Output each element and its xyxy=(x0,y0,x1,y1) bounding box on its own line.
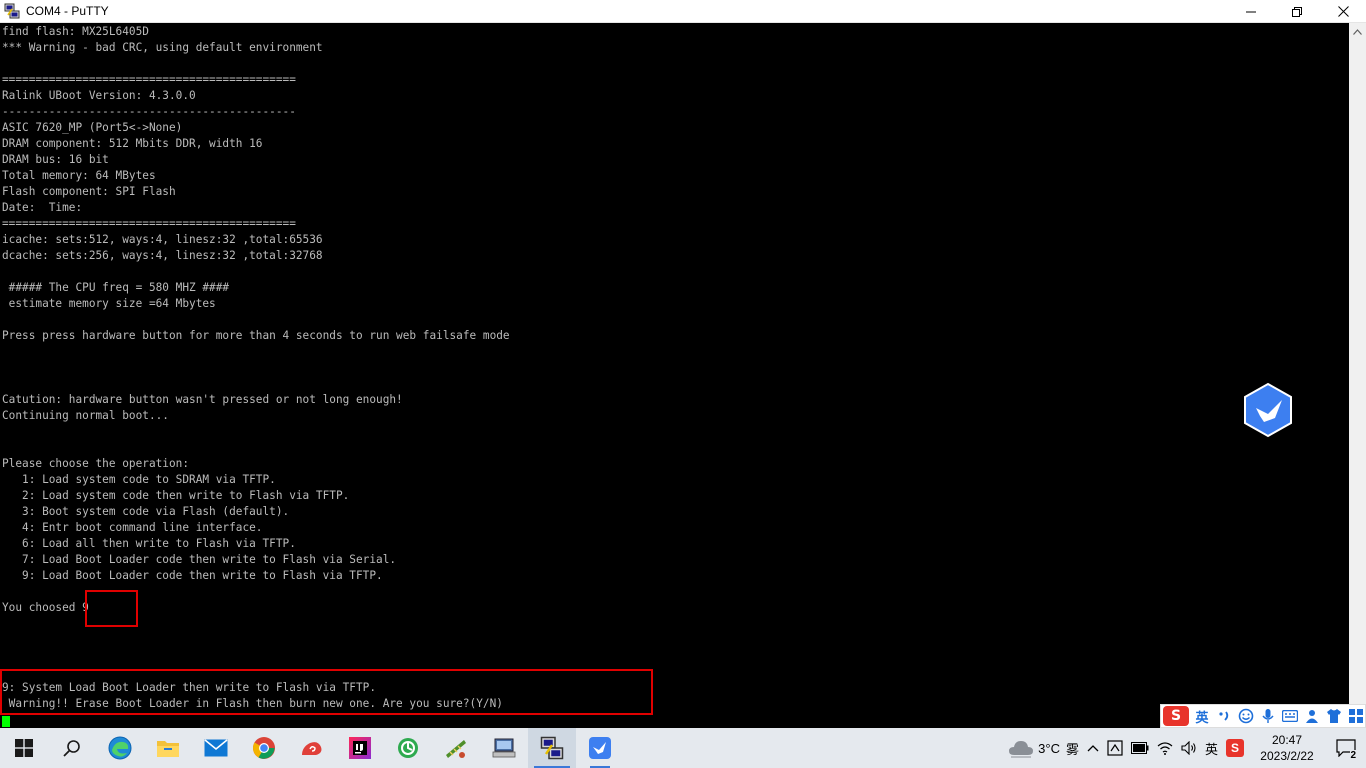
maximize-button[interactable] xyxy=(1274,0,1320,23)
putty-app-icon xyxy=(4,3,20,19)
terminal-line: dcache: sets:256, ways:4, linesz:32 ,tot… xyxy=(2,249,323,262)
terminal-line: 6: Load all then write to Flash via TFTP… xyxy=(2,537,296,550)
mic-icon[interactable] xyxy=(1259,707,1277,725)
clock-date: 2023/2/22 xyxy=(1260,749,1314,763)
terminal-line: 4: Entr boot command line interface. xyxy=(2,521,263,534)
system-tray: 3°C 雾 英 S 20:47 2023/2/22 2 xyxy=(1004,728,1366,768)
terminal-line: Total memory: 64 MBytes xyxy=(2,169,156,182)
input-language-indicator[interactable]: 英 xyxy=(1201,728,1222,768)
terminal-line: DRAM bus: 16 bit xyxy=(2,153,109,166)
window-controls xyxy=(1228,0,1366,23)
pcb-app-icon[interactable] xyxy=(432,728,480,768)
sogou-logo-icon[interactable]: S xyxy=(1163,706,1189,726)
weather-desc: 雾 xyxy=(1065,741,1079,757)
sogou-tray-icon[interactable]: S xyxy=(1222,728,1248,768)
terminal-output: find flash: MX25L6405D *** Warning - bad … xyxy=(2,24,510,712)
terminal-line: *** Warning - bad CRC, using default env… xyxy=(2,41,323,54)
green-app-icon[interactable] xyxy=(384,728,432,768)
terminal-line: 7: Load Boot Loader code then write to F… xyxy=(2,553,397,566)
minimize-button[interactable] xyxy=(1228,0,1274,23)
terminal-line: Flash component: SPI Flash xyxy=(2,185,176,198)
window-title: COM4 - PuTTY xyxy=(26,4,109,18)
intellij-icon[interactable] xyxy=(336,728,384,768)
search-icon[interactable] xyxy=(48,728,96,768)
terminal-screen[interactable]: find flash: MX25L6405D *** Warning - bad … xyxy=(0,23,1349,728)
terminal-line: Catution: hardware button wasn't pressed… xyxy=(2,393,403,406)
notification-center-button[interactable]: 2 xyxy=(1326,728,1366,768)
taskbar: 3°C 雾 英 S 20:47 2023/2/22 2 xyxy=(0,728,1366,768)
weather-temp: 3°C xyxy=(1038,740,1060,756)
terminal-line: ##### The CPU freq = 580 MHZ #### xyxy=(2,281,230,294)
terminal-line: estimate memory size =64 Mbytes xyxy=(2,297,216,310)
file-explorer-icon[interactable] xyxy=(144,728,192,768)
floating-bird-app-icon[interactable] xyxy=(1242,382,1294,438)
wifi-icon[interactable] xyxy=(1153,728,1177,768)
putty-taskbar-icon[interactable] xyxy=(528,728,576,768)
terminal-line: icache: sets:512, ways:4, linesz:32 ,tot… xyxy=(2,233,323,246)
tray-app-icon[interactable] xyxy=(1103,728,1127,768)
terminal-line: Ralink UBoot Version: 4.3.0.0 xyxy=(2,89,196,102)
ime-toolbar: S 英 xyxy=(1160,704,1366,728)
terminal-line: ASIC 7620_MP (Port5<->None) xyxy=(2,121,183,134)
terminal-line: 9: System Load Boot Loader then write to… xyxy=(2,681,377,694)
chrome-icon[interactable] xyxy=(240,728,288,768)
window-titlebar: COM4 - PuTTY xyxy=(0,0,1366,23)
weather-widget[interactable]: 3°C 雾 xyxy=(1004,728,1083,768)
snail-app-icon[interactable] xyxy=(288,728,336,768)
terminal-line: 2: Load system code then write to Flash … xyxy=(2,489,350,502)
network-app-icon[interactable] xyxy=(480,728,528,768)
terminal-line: You choosed 9 xyxy=(2,601,89,614)
terminal-line: 9: Load Boot Loader code then write to F… xyxy=(2,569,383,582)
edge-icon[interactable] xyxy=(96,728,144,768)
start-button[interactable] xyxy=(0,728,48,768)
terminal-line: DRAM component: 512 Mbits DDR, width 16 xyxy=(2,137,263,150)
mail-icon[interactable] xyxy=(192,728,240,768)
terminal-line: ========================================… xyxy=(2,73,296,86)
punctuation-toggle[interactable] xyxy=(1215,707,1233,725)
emoji-icon[interactable] xyxy=(1237,707,1255,725)
terminal-line: Please choose the operation: xyxy=(2,457,190,470)
terminal-line: Warning!! Erase Boot Loader in Flash the… xyxy=(2,697,503,710)
cloud-icon xyxy=(1009,741,1034,758)
terminal-line: 3: Boot system code via Flash (default). xyxy=(2,505,290,518)
terminal-line: ========================================… xyxy=(2,217,296,230)
clock-time: 20:47 xyxy=(1271,733,1303,747)
shirt-icon[interactable] xyxy=(1325,707,1343,725)
scroll-up-icon[interactable] xyxy=(1349,23,1366,40)
close-button[interactable] xyxy=(1320,0,1366,23)
clock[interactable]: 20:47 2023/2/22 xyxy=(1248,728,1326,768)
notification-count: 2 xyxy=(1350,750,1356,761)
keyboard-icon[interactable] xyxy=(1281,707,1299,725)
terminal-scrollbar[interactable] xyxy=(1349,23,1366,728)
terminal-line: find flash: MX25L6405D xyxy=(2,25,149,38)
speaker-icon[interactable] xyxy=(1177,728,1201,768)
battery-icon[interactable] xyxy=(1127,728,1153,768)
grid-icon[interactable] xyxy=(1347,707,1365,725)
bird-app-taskbar-icon[interactable] xyxy=(576,728,624,768)
terminal-line: ----------------------------------------… xyxy=(2,105,296,118)
terminal-cursor xyxy=(2,716,10,727)
terminal-line: Date: Time: xyxy=(2,201,83,214)
terminal-line: 1: Load system code to SDRAM via TFTP. xyxy=(2,473,276,486)
terminal-line: Press press hardware button for more tha… xyxy=(2,329,510,342)
show-hidden-icons-button[interactable] xyxy=(1083,728,1103,768)
terminal-line: Continuing normal boot... xyxy=(2,409,169,422)
skin-icon[interactable] xyxy=(1303,707,1321,725)
ime-language-toggle[interactable]: 英 xyxy=(1193,707,1211,726)
